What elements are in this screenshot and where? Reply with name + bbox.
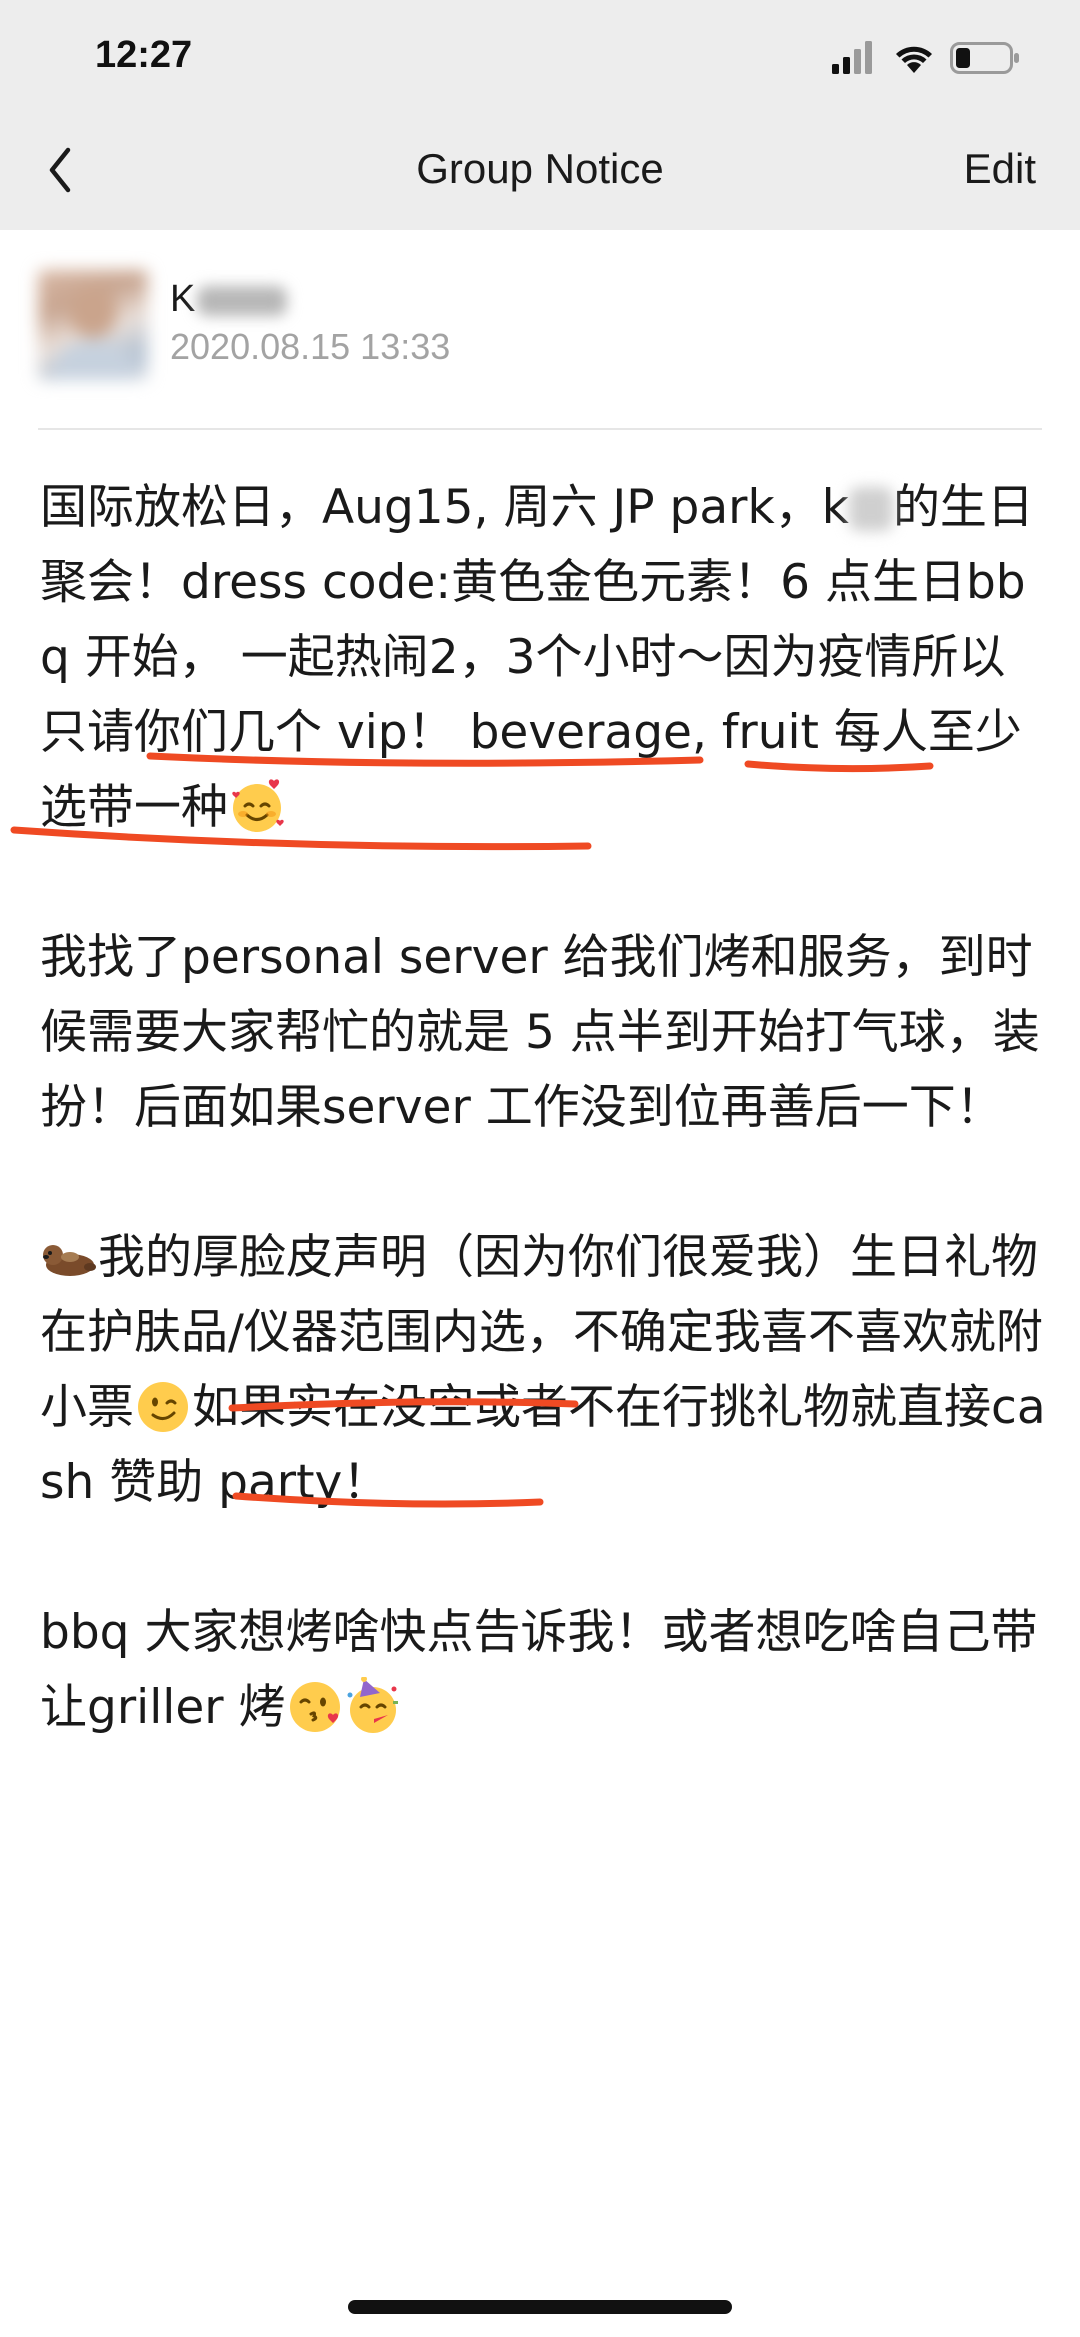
notice-body: 国际放松日，Aug15, 周六 JP park，k 的生日聚会！dress cod… [40, 470, 1050, 1820]
edit-button[interactable]: Edit [964, 145, 1036, 193]
notice-paragraph-3: 我的厚脸皮声明（因为你们很爱我）生日礼物在护肤品/仪器范围内选，不确定我喜不喜欢… [40, 1220, 1050, 1520]
partying-face-emoji [347, 1677, 398, 1733]
blurred-name-redaction [848, 487, 893, 531]
notice-paragraph-2: 我找了personal server 给我们烤和服务，到时候需要大家帮忙的就是 … [40, 930, 1040, 1135]
blurred-name-redaction [197, 285, 288, 316]
battery-icon [950, 42, 1019, 74]
notice-text: bbq 大家想烤啥快点告诉我！或者想吃啥自己带让griller 烤 [40, 1605, 1038, 1735]
wifi-icon [896, 46, 932, 73]
author-name-text: K [170, 278, 196, 320]
face-blowing-kiss-emoji [289, 1682, 340, 1732]
otter-emoji [43, 1245, 96, 1276]
home-indicator[interactable] [348, 2300, 732, 2314]
post-date: 2020.08.15 13:33 [170, 326, 451, 367]
winking-face-emoji [138, 1382, 188, 1432]
status-time: 12:27 [95, 34, 193, 76]
author-name: K [170, 278, 288, 322]
smiling-face-with-hearts-emoji [232, 779, 284, 832]
page-title: Group Notice [416, 145, 664, 192]
notice-paragraph-4: bbq 大家想烤啥快点告诉我！或者想吃啥自己带让griller 烤 [40, 1595, 1050, 1745]
cellular-signal-icon [832, 41, 872, 74]
notice-paragraph-1: 国际放松日，Aug15, 周六 JP park，k 的生日聚会！dress cod… [40, 470, 1050, 845]
avatar[interactable] [38, 270, 148, 380]
notice-text: 国际放松日，Aug15, 周六 JP park，k [40, 480, 849, 535]
status-icons [832, 41, 1019, 74]
divider [38, 428, 1042, 430]
navigation-header: 12:27 Group Notice Edit [0, 0, 1080, 230]
